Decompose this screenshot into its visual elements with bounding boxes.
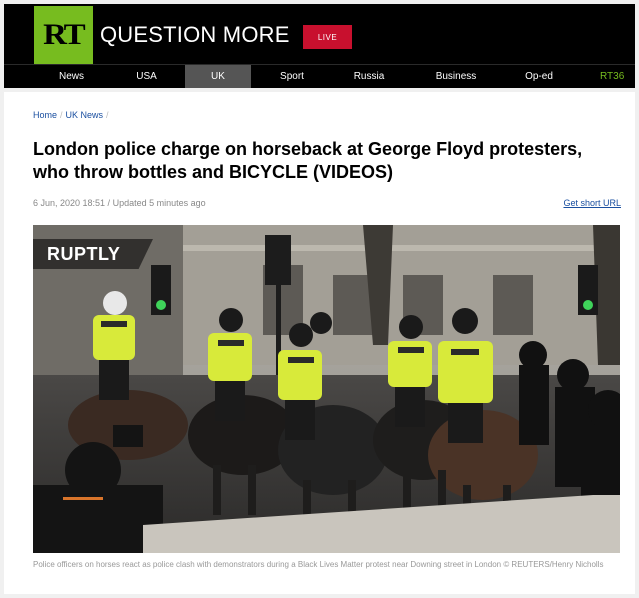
nav-item-op-ed[interactable]: Op-ed — [509, 65, 569, 88]
main-nav: News USA UK Sport Russia Business Op-ed … — [4, 64, 635, 88]
page: RT QUESTION MORE LIVE News USA UK Sport … — [0, 0, 639, 598]
photo-caption: Police officers on horses react as polic… — [33, 560, 604, 569]
article-meta: 6 Jun, 2020 18:51 / Updated 5 minutes ag… — [33, 198, 206, 208]
article-card: Home / UK News / London police charge on ho… — [4, 92, 635, 594]
top-bar: RT QUESTION MORE LIVE — [4, 4, 635, 64]
brand-slogan: QUESTION MORE — [100, 22, 290, 47]
photo-illustration — [33, 225, 620, 553]
nav-item-usa[interactable]: USA — [119, 65, 174, 88]
breadcrumb: Home / UK News / — [33, 110, 112, 120]
breadcrumb-separator: / — [106, 110, 109, 120]
breadcrumb-home[interactable]: Home — [33, 110, 57, 120]
logo-text: RT — [43, 18, 85, 51]
nav-item-sport[interactable]: Sport — [262, 65, 322, 88]
nav-item-russia[interactable]: Russia — [339, 65, 399, 88]
article-photo[interactable]: RUPTLY — [33, 225, 620, 553]
nav-item-uk[interactable]: UK — [185, 65, 251, 88]
breadcrumb-uk-news[interactable]: UK News — [66, 110, 104, 120]
rt-logo[interactable]: RT — [34, 6, 93, 64]
article-title: London police charge on horseback at Geo… — [33, 139, 583, 182]
nav-item-news[interactable]: News — [44, 65, 99, 88]
breadcrumb-separator: / — [60, 110, 63, 120]
nav-item-business[interactable]: Business — [424, 65, 488, 88]
get-short-url-link[interactable]: Get short URL — [563, 198, 621, 208]
nav-item-rt360[interactable]: RT36 — [600, 65, 635, 88]
ruptly-watermark: RUPTLY — [33, 239, 153, 269]
live-button[interactable]: LIVE — [303, 25, 352, 49]
